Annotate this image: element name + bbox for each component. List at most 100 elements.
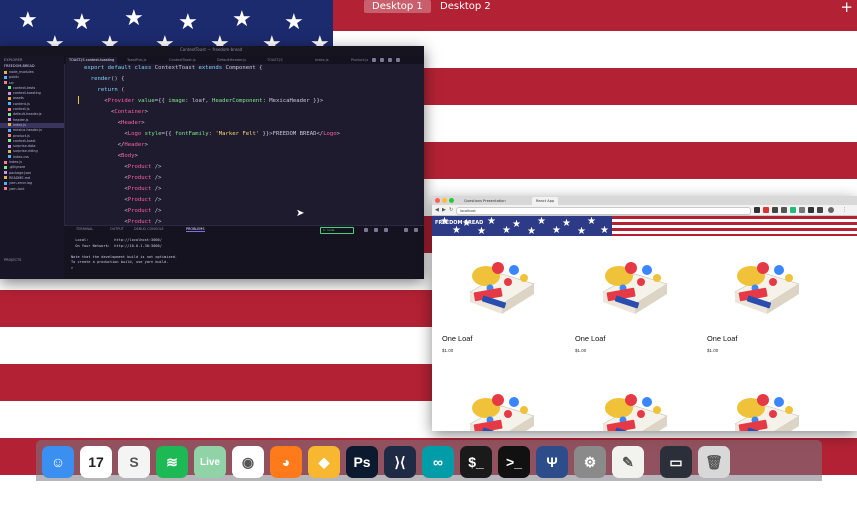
file-icon xyxy=(4,75,7,79)
terminal-panel[interactable]: TERMINAL OUTPUT DEBUG CONSOLE PROBLEMS 1: n… xyxy=(64,225,424,279)
editor-tab[interactable]: TOAST.JS xyxy=(264,57,286,64)
product-card[interactable] xyxy=(565,370,695,431)
finder-icon[interactable]: ☺ xyxy=(42,446,74,478)
trash-glyph: 🗑 xyxy=(705,453,723,470)
file-name: surprise-data xyxy=(13,144,36,149)
extension-icon[interactable] xyxy=(799,207,805,213)
chrome-icon[interactable]: ◉ xyxy=(232,446,264,478)
banner-star-icon: ★ xyxy=(487,216,496,227)
code-area[interactable]: export default class ContextToast extend… xyxy=(76,65,422,225)
spotify-glyph: ≋ xyxy=(166,453,178,470)
extension-icon[interactable] xyxy=(790,207,796,213)
editor-tab[interactable]: Product.js xyxy=(348,57,371,64)
file-icon xyxy=(4,171,7,175)
explorer-header: EXPLORER xyxy=(4,58,23,62)
product-card[interactable] xyxy=(697,370,827,431)
browser-window[interactable]: Questions Presentation React App ◀ ▶ ↻ lo… xyxy=(432,196,857,431)
address-bar[interactable]: localhost xyxy=(456,207,751,215)
editor-tab[interactable]: TOAST.JS context-toasting xyxy=(66,57,118,64)
menu-icon[interactable]: ⋮ xyxy=(842,207,848,213)
file-tree-item[interactable]: yarn.lock xyxy=(0,187,64,192)
spotify-icon[interactable]: ≋ xyxy=(156,446,188,478)
more-icon[interactable] xyxy=(396,58,400,62)
browser-tab[interactable]: React App xyxy=(532,197,559,205)
file-name: package.json xyxy=(9,170,32,175)
product-card[interactable] xyxy=(432,370,562,431)
arduino-icon[interactable]: ∞ xyxy=(422,446,454,478)
extension-icon[interactable] xyxy=(772,207,778,213)
bread-loaf-image xyxy=(734,262,800,314)
editor-tab[interactable]: ContextToast.js xyxy=(166,57,199,64)
terminal-tab[interactable]: PROBLEMS xyxy=(186,227,205,232)
add-desktop-button[interactable]: + xyxy=(840,0,853,16)
system-preferences-icon[interactable]: ⚙ xyxy=(574,446,606,478)
browser-tab[interactable]: Questions Presentation xyxy=(460,197,510,205)
file-icon xyxy=(4,187,7,191)
close-icon[interactable] xyxy=(435,198,440,203)
trash-icon[interactable] xyxy=(384,228,388,232)
file-icon xyxy=(4,176,7,180)
file-name: product.js xyxy=(13,133,30,138)
file-name: assets xyxy=(13,96,24,101)
file-icon xyxy=(8,123,11,127)
terminal-icon[interactable]: >_ xyxy=(498,446,530,478)
slack-icon[interactable]: S xyxy=(118,446,150,478)
photoshop-icon[interactable]: Ps xyxy=(346,446,378,478)
code-line: <Product /> xyxy=(84,197,162,203)
live-icon[interactable]: Live xyxy=(194,446,226,478)
editor-tab[interactable]: DefaultHeader.js xyxy=(214,57,249,64)
terminal-tab[interactable]: OUTPUT xyxy=(110,227,124,231)
code-editor-window[interactable]: ContextToast — freedom-bread EXPLORER FR… xyxy=(0,46,424,279)
run-icon[interactable] xyxy=(388,58,392,62)
split-terminal-icon[interactable] xyxy=(374,228,378,232)
terminal-tab[interactable]: DEBUG CONSOLE xyxy=(134,227,164,231)
forward-icon[interactable]: ▶ xyxy=(442,207,446,213)
editor-tab-bar: TOAST.JS context-toasting ToastPub.js Cont… xyxy=(64,56,424,64)
maximize-panel-icon[interactable] xyxy=(404,228,408,232)
editor-tab[interactable]: ToastPub.js xyxy=(124,57,149,64)
banner-star-icon: ★ xyxy=(552,225,561,236)
extension-icon[interactable] xyxy=(808,207,814,213)
extension-icon[interactable] xyxy=(754,207,760,213)
file-name: header.js xyxy=(13,117,29,122)
terminal-glyph: >_ xyxy=(506,454,522,470)
desktop-1-tab[interactable]: Desktop 1 xyxy=(364,0,431,13)
banner-star-icon: ★ xyxy=(587,216,596,227)
file-icon xyxy=(4,70,7,74)
terminal-green-glyph: $_ xyxy=(468,454,484,470)
maximize-icon[interactable] xyxy=(449,198,454,203)
product-card[interactable]: One Loaf $1.00 xyxy=(432,238,562,368)
profile-icon[interactable] xyxy=(828,207,834,213)
file-name: content.js xyxy=(13,101,30,106)
close-panel-icon[interactable] xyxy=(414,228,418,232)
extension-icon[interactable] xyxy=(781,207,787,213)
extension-icon[interactable] xyxy=(817,207,823,213)
file-name: context-tests xyxy=(13,85,36,90)
sketch-icon[interactable]: ◆ xyxy=(308,446,340,478)
sourcetree-icon[interactable]: Ψ xyxy=(536,446,568,478)
editor-tab[interactable]: Index.js xyxy=(312,57,332,64)
arduino-glyph: ∞ xyxy=(433,454,443,470)
terminal-green-icon[interactable]: $_ xyxy=(460,446,492,478)
terminal-select[interactable]: 1: node xyxy=(320,227,354,234)
product-card[interactable]: One Loaf $1.00 xyxy=(697,238,827,368)
split-icon[interactable] xyxy=(372,58,376,62)
vscode-glyph: ⟩⟨ xyxy=(394,453,406,470)
screen-recording-icon[interactable]: ▭ xyxy=(660,446,692,478)
back-icon[interactable]: ◀ xyxy=(435,207,439,213)
bread-loaf-image xyxy=(734,394,800,431)
desktop-2-tab[interactable]: Desktop 2 xyxy=(432,0,499,13)
terminal-tab[interactable]: TERMINAL xyxy=(76,227,93,231)
add-terminal-icon[interactable] xyxy=(364,228,368,232)
extension-icon[interactable] xyxy=(763,207,769,213)
reload-icon[interactable]: ↻ xyxy=(449,207,453,213)
calendar-icon[interactable]: 17 xyxy=(80,446,112,478)
minimize-icon[interactable] xyxy=(442,198,447,203)
terminal-line: Local: http://localhost:3000/ xyxy=(71,238,162,242)
preview-icon[interactable] xyxy=(380,58,384,62)
product-card[interactable]: One Loaf $1.00 xyxy=(565,238,695,368)
firefox-icon[interactable]: ◕ xyxy=(270,446,302,478)
trash-icon[interactable]: 🗑 xyxy=(698,446,730,478)
notes-icon[interactable]: ✎ xyxy=(612,446,644,478)
vscode-icon[interactable]: ⟩⟨ xyxy=(384,446,416,478)
